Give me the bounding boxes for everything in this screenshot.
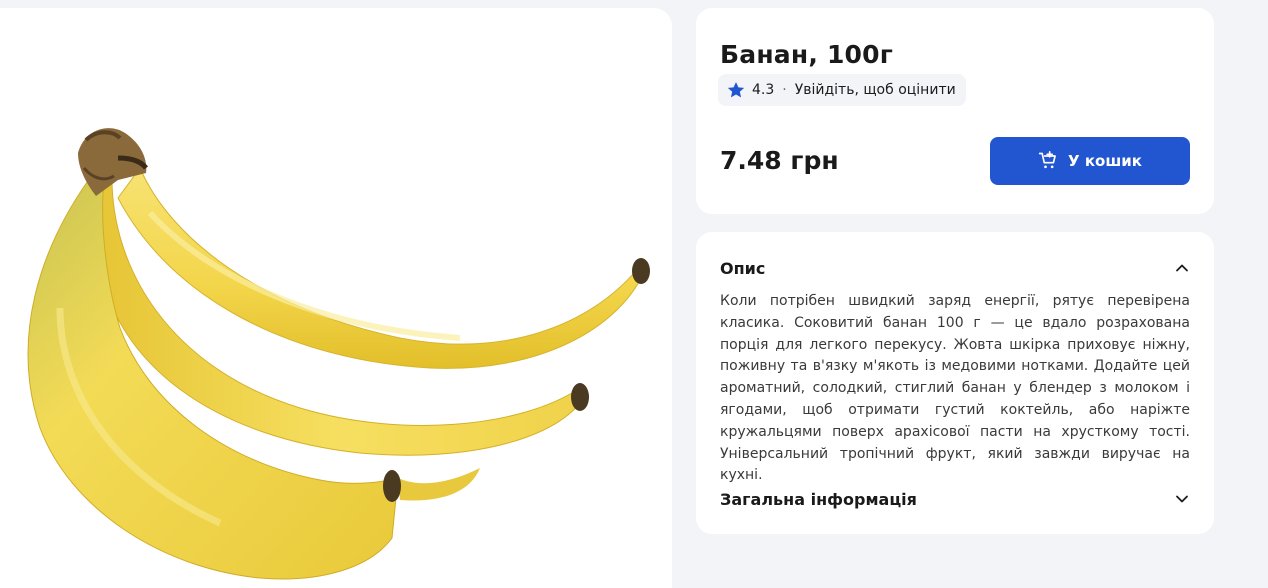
rating-login-link[interactable]: Увійдіть, щоб оцінити (795, 82, 956, 98)
product-image-panel (0, 8, 672, 588)
star-icon (727, 82, 745, 98)
rating-separator: · (782, 82, 787, 98)
add-to-cart-button[interactable]: У кошик (990, 137, 1190, 185)
product-details-card: Опис Коли потрібен швидкий заряд енергії… (696, 232, 1214, 534)
general-info-heading: Загальна інформація (720, 489, 917, 509)
chevron-down-icon (1176, 495, 1188, 503)
product-image (27, 128, 650, 580)
general-info-toggle[interactable]: Загальна інформація (720, 487, 1190, 511)
description-toggle[interactable]: Опис (720, 256, 1190, 280)
rating-pill[interactable]: 4.3 · Увійдіть, щоб оцінити (718, 74, 966, 106)
product-price: 7.48 грн (720, 146, 839, 175)
cart-plus-icon (1038, 151, 1056, 169)
description-heading: Опис (720, 258, 766, 278)
chevron-up-icon (1176, 264, 1188, 272)
rating-value: 4.3 (752, 82, 775, 98)
product-summary-card: Банан, 100г 4.3 · Увійдіть, щоб оцінити … (696, 8, 1214, 214)
add-to-cart-label: У кошик (1068, 152, 1142, 170)
product-title: Банан, 100г (720, 40, 893, 69)
description-text: Коли потрібен швидкий заряд енергії, рят… (720, 293, 1190, 484)
